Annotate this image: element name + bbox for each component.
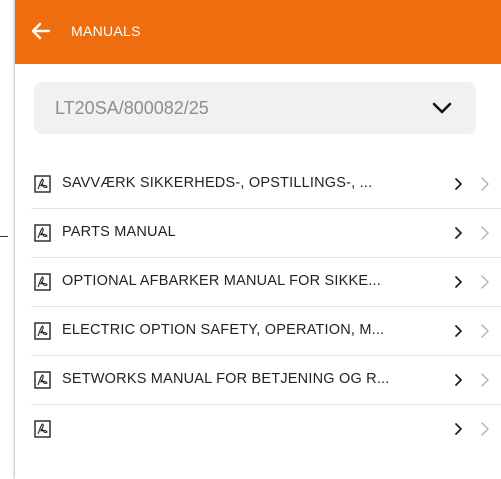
chevron-right-icon — [481, 373, 489, 387]
list-item[interactable]: OPTIONAL AFBARKER MANUAL FOR SIKKE... — [31, 258, 501, 307]
app-header: MANUALS — [15, 0, 501, 64]
manual-title: PARTS MANUAL — [62, 224, 176, 240]
list-item[interactable]: PARTS MANUAL — [31, 209, 501, 258]
pdf-icon — [34, 420, 51, 438]
serial-number-value: LT20SA/800082/25 — [55, 98, 209, 118]
edge-divider — [0, 236, 8, 237]
list-item[interactable]: SETWORKS MANUAL FOR BETJENING OG R... — [31, 356, 501, 405]
pdf-icon — [34, 175, 51, 193]
manual-title: SETWORKS MANUAL FOR BETJENING OG R... — [62, 371, 390, 387]
manual-title: ELECTRIC OPTION SAFETY, OPERATION, M... — [62, 322, 385, 338]
chevron-right-icon — [481, 275, 489, 289]
chevron-right-icon — [455, 374, 462, 386]
pdf-icon — [34, 322, 51, 340]
chevron-right-icon — [455, 276, 462, 288]
list-item[interactable]: ELECTRIC OPTION SAFETY, OPERATION, M... — [31, 307, 501, 356]
chevron-right-icon — [481, 324, 489, 338]
chevron-down-icon — [432, 102, 452, 114]
arrow-left-icon[interactable] — [29, 19, 53, 43]
pdf-icon — [34, 273, 51, 291]
chevron-right-icon — [455, 325, 462, 337]
chevron-right-icon — [455, 423, 462, 435]
manual-title: OPTIONAL AFBARKER MANUAL FOR SIKKE... — [62, 273, 381, 289]
manual-title: SAVVÆRK SIKKERHEDS-, OPSTILLINGS-, ... — [62, 175, 373, 191]
pdf-icon — [34, 224, 51, 242]
chevron-right-icon — [481, 177, 489, 191]
chevron-right-icon — [481, 422, 489, 436]
pdf-icon — [34, 371, 51, 389]
serial-number-select[interactable]: LT20SA/800082/25 — [34, 82, 476, 134]
chevron-right-icon — [481, 226, 489, 240]
chevron-right-icon — [455, 227, 462, 239]
manuals-list: SAVVÆRK SIKKERHEDS-, OPSTILLINGS-, ... P… — [31, 160, 501, 453]
manuals-screen: MANUALS LT20SA/800082/25 SAVVÆRK SIKKERH… — [15, 0, 501, 479]
chevron-right-icon — [455, 178, 462, 190]
list-item[interactable]: SAVVÆRK SIKKERHEDS-, OPSTILLINGS-, ... — [31, 160, 501, 209]
list-item[interactable] — [31, 405, 501, 453]
page-title: MANUALS — [71, 23, 141, 39]
